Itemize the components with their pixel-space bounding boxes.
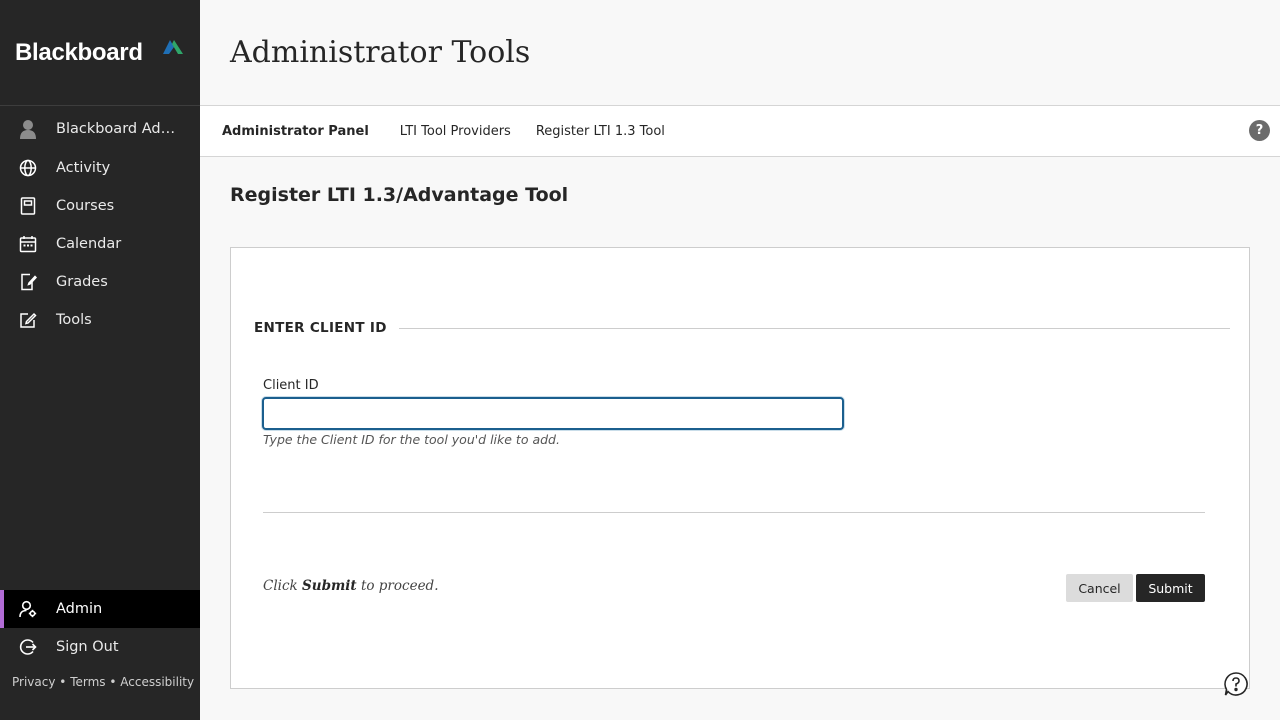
- sidebar-item-sign-out[interactable]: Sign Out: [0, 628, 200, 666]
- terms-link[interactable]: Terms: [70, 675, 105, 689]
- sidebar-item-activity[interactable]: Activity: [0, 149, 200, 187]
- sidebar-item-label: Activity: [56, 160, 111, 176]
- grades-icon: [18, 272, 38, 292]
- footer-separator: •: [59, 675, 67, 689]
- sidebar-item-tools[interactable]: Tools: [0, 301, 200, 339]
- cancel-button[interactable]: Cancel: [1066, 574, 1133, 602]
- footer-separator: •: [109, 675, 117, 689]
- client-id-hint: Type the Client ID for the tool you'd li…: [263, 432, 560, 447]
- sidebar-item-label: Sign Out: [56, 639, 119, 655]
- breadcrumb-register-lti-tool: Register LTI 1.3 Tool: [535, 123, 665, 139]
- main-content: Administrator Tools Administrator Panel …: [200, 0, 1280, 720]
- sidebar-item-calendar[interactable]: Calendar: [0, 225, 200, 263]
- instruction-prefix: Click: [263, 578, 302, 594]
- sidebar-item-label: Grades: [56, 274, 108, 290]
- footer-links: Privacy • Terms • Accessibility: [12, 675, 194, 689]
- tools-icon: [18, 310, 38, 330]
- brand-name: Blackboard: [15, 38, 143, 66]
- sidebar-item-grades[interactable]: Grades: [0, 263, 200, 301]
- sign-out-icon: [18, 637, 38, 657]
- brand-logo[interactable]: Blackboard: [0, 0, 200, 106]
- page-header: Administrator Tools: [200, 0, 1280, 106]
- sidebar-item-admin[interactable]: Admin: [0, 590, 200, 628]
- section-title: Register LTI 1.3/Advantage Tool: [230, 184, 569, 206]
- breadcrumb-administrator-panel[interactable]: Administrator Panel: [222, 124, 369, 139]
- calendar-icon: [18, 234, 38, 254]
- legend-divider: [398, 327, 1230, 329]
- brand-mark-icon: [163, 40, 183, 54]
- help-chat-icon[interactable]: [1223, 671, 1249, 697]
- globe-icon: [18, 158, 38, 178]
- privacy-link[interactable]: Privacy: [12, 675, 55, 689]
- sidebar-item-label: Calendar: [56, 236, 122, 252]
- sidebar-nav: Blackboard Administrator Activity Course…: [0, 109, 200, 339]
- client-id-label: Client ID: [263, 378, 319, 393]
- breadcrumb: Administrator Panel LTI Tool Providers R…: [200, 106, 1280, 157]
- admin-icon: [18, 599, 38, 619]
- fieldset-header: ENTER CLIENT ID: [254, 320, 1230, 336]
- sidebar-item-label: Admin: [56, 601, 103, 617]
- sidebar-item-label: Tools: [56, 312, 92, 328]
- sidebar-bottom-nav: Admin Sign Out: [0, 590, 200, 666]
- sidebar-item-courses[interactable]: Courses: [0, 187, 200, 225]
- submit-button[interactable]: Submit: [1136, 574, 1205, 602]
- accessibility-link[interactable]: Accessibility: [120, 675, 194, 689]
- sidebar-item-label: Blackboard Administrator: [56, 121, 181, 137]
- submit-instruction: Click Submit to proceed.: [263, 578, 439, 594]
- client-id-input[interactable]: [262, 397, 844, 430]
- fieldset-legend: ENTER CLIENT ID: [254, 320, 387, 336]
- instruction-suffix: to proceed.: [356, 578, 439, 594]
- courses-icon: [18, 196, 38, 216]
- sidebar-item-profile[interactable]: Blackboard Administrator: [0, 109, 200, 149]
- form-divider: [263, 512, 1205, 513]
- avatar-icon: [18, 119, 38, 139]
- sidebar-item-label: Courses: [56, 198, 115, 214]
- sidebar: Blackboard Blackboard Administrator Acti…: [0, 0, 200, 720]
- help-icon[interactable]: ?: [1249, 120, 1270, 141]
- page-title: Administrator Tools: [230, 35, 531, 70]
- instruction-strong: Submit: [302, 578, 357, 594]
- breadcrumb-lti-tool-providers[interactable]: LTI Tool Providers: [400, 124, 511, 139]
- register-form-panel: ENTER CLIENT ID Client ID Type the Clien…: [230, 247, 1250, 689]
